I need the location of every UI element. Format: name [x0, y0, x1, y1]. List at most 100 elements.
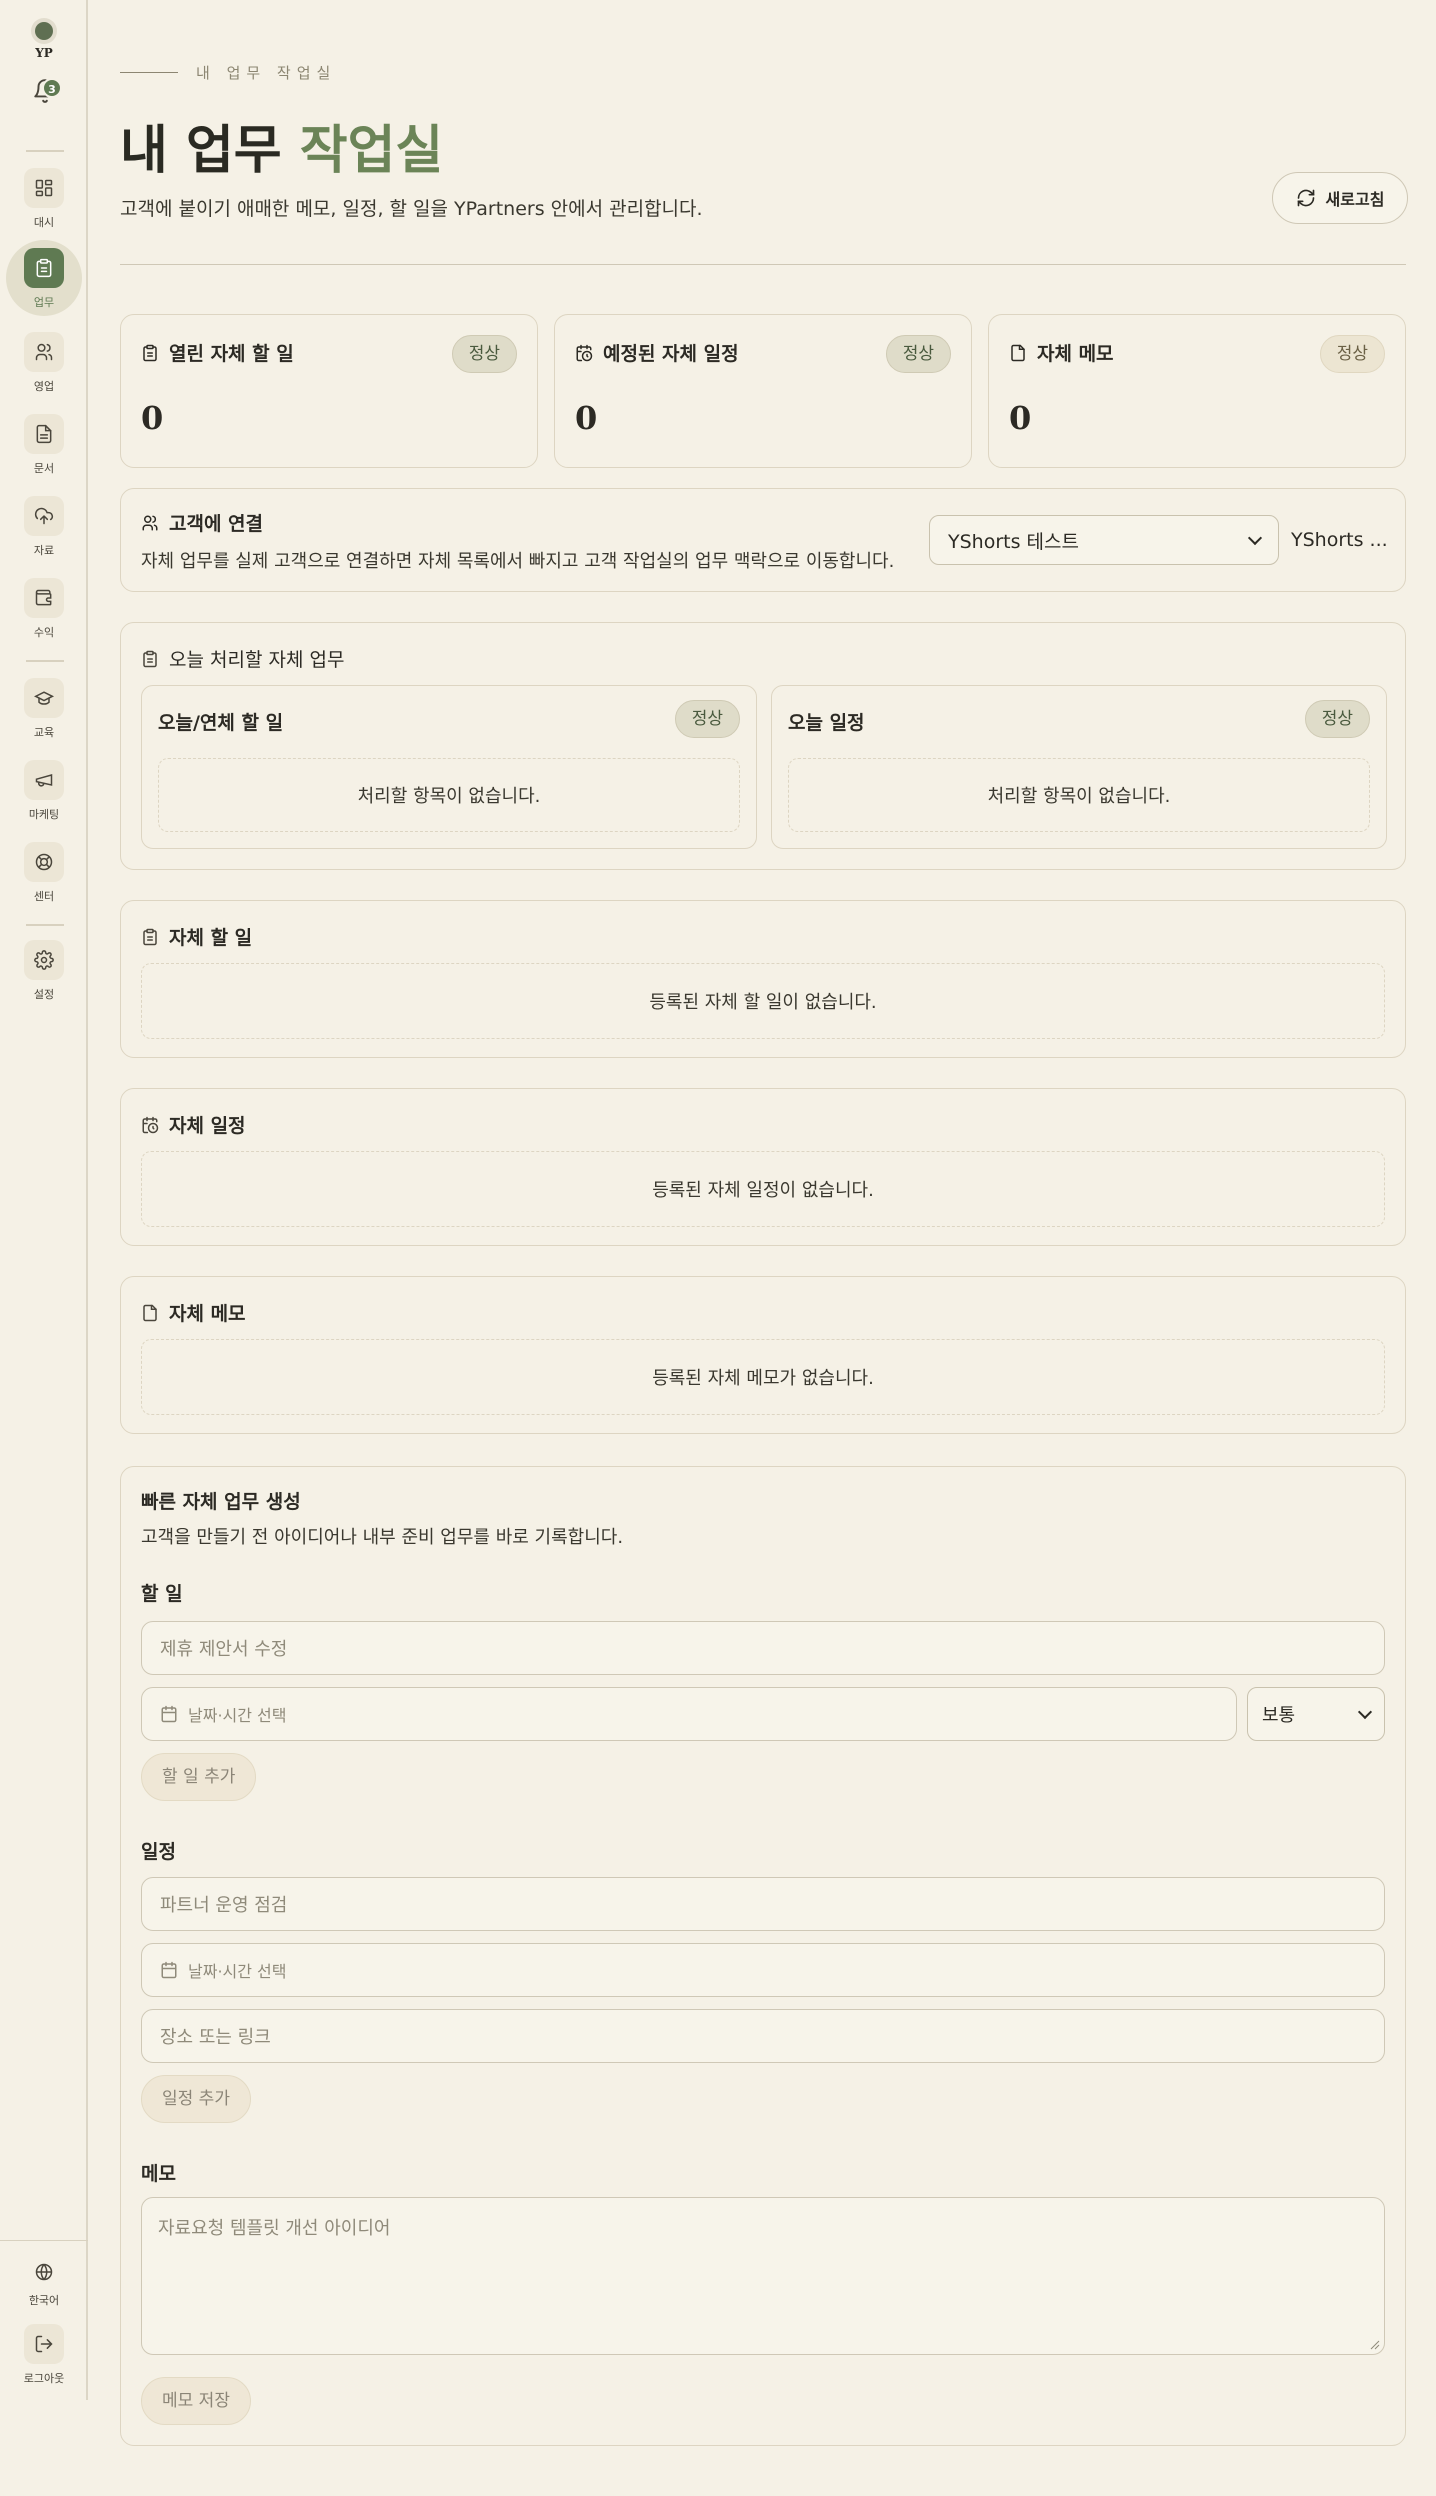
event-location-input[interactable]: 장소 또는 링크 — [141, 2009, 1385, 2063]
page-title-main: 내 업무 — [120, 121, 300, 181]
stat-card-scheduled-events: 예정된 자체 일정 정상 0 — [554, 314, 972, 468]
sidebar-item-label: 수익 — [33, 626, 55, 639]
brand-logo[interactable]: YP — [35, 18, 53, 60]
calendar-icon — [160, 1705, 178, 1723]
refresh-label: 새로고침 — [1325, 190, 1385, 209]
section-title-text: 오늘 처리할 자체 업무 — [169, 649, 345, 671]
priority-select[interactable]: 보통 — [1247, 1687, 1385, 1741]
sidebar-item-sales[interactable]: 영업 — [0, 332, 88, 394]
sidebar-divider — [26, 150, 64, 152]
event-title-input[interactable]: 파트너 운영 점검 — [141, 1877, 1385, 1931]
event-date-input[interactable]: 날짜·시간 선택 — [141, 1943, 1385, 1997]
stat-card-open-todos: 열린 자체 할 일 정상 0 — [120, 314, 538, 468]
todo-date-input[interactable]: 날짜·시간 선택 — [141, 1687, 1237, 1741]
add-event-button[interactable]: 일정 추가 — [141, 2075, 251, 2123]
brand-text: YP — [35, 46, 53, 60]
page-title-accent: 작업실 — [299, 121, 444, 181]
grid-icon — [24, 168, 64, 208]
sidebar-divider — [26, 660, 64, 662]
stat-value: 0 — [141, 399, 164, 437]
chevron-down-icon — [1247, 530, 1263, 545]
sidebar-item-tasks[interactable]: 업무 — [0, 240, 88, 316]
today-todos-panel: 오늘/연체 할 일 정상 처리할 항목이 없습니다. — [141, 685, 757, 849]
document-icon — [24, 414, 64, 454]
sidebar-item-documents[interactable]: 문서 — [0, 414, 88, 476]
sidebar-item-label: 자료 — [33, 544, 55, 557]
eyebrow-text: 내 업무 작업실 — [196, 64, 337, 82]
stat-value: 0 — [1009, 399, 1032, 437]
sidebar-item-center[interactable]: 센터 — [0, 842, 88, 904]
status-badge: 정상 — [885, 335, 951, 373]
header-divider — [120, 264, 1406, 265]
sidebar-item-label: 마케팅 — [28, 808, 60, 821]
notification-badge: 3 — [42, 78, 62, 98]
panel-title: 오늘 일정 — [788, 712, 865, 734]
sidebar-item-label: 대시 — [33, 216, 55, 229]
today-card: 오늘 처리할 자체 업무 오늘/연체 할 일 정상 처리할 항목이 없습니다. … — [120, 622, 1406, 870]
todos-card: 자체 할 일 등록된 자체 할 일이 없습니다. — [120, 900, 1406, 1058]
users-icon — [24, 332, 64, 372]
sidebar-item-revenue[interactable]: 수익 — [0, 578, 88, 640]
customer-link-target[interactable]: YShorts ... — [1291, 529, 1388, 551]
event-location-placeholder: 장소 또는 링크 — [160, 2027, 271, 2048]
sidebar-item-label: 설정 — [33, 988, 55, 1001]
gear-icon — [24, 940, 64, 980]
event-title-placeholder: 파트너 운영 점검 — [160, 1895, 288, 1916]
calendar-clock-icon — [141, 1116, 159, 1134]
empty-state: 처리할 항목이 없습니다. — [788, 758, 1370, 832]
sidebar-item-language[interactable]: 한국어 — [0, 2252, 88, 2308]
memos-card: 자체 메모 등록된 자체 메모가 없습니다. — [120, 1276, 1406, 1434]
section-title-text: 자체 일정 — [169, 1115, 246, 1137]
memo-label: 메모 — [141, 2163, 176, 2185]
sidebar-item-label: 센터 — [33, 890, 55, 903]
section-description: 자체 업무를 실제 고객으로 연결하면 자체 목록에서 빠지고 고객 작업실의 … — [141, 551, 895, 572]
calendar-clock-icon — [575, 344, 593, 362]
eyebrow-line — [120, 72, 178, 73]
clipboard-icon — [141, 650, 159, 668]
section-title: 오늘 처리할 자체 업무 — [141, 645, 344, 672]
stat-label: 예정된 자체 일정 — [603, 343, 739, 365]
lifebuoy-icon — [24, 842, 64, 882]
sidebar-item-logout[interactable]: 로그아웃 — [0, 2324, 88, 2386]
page-title: 내 업무 작업실 — [120, 108, 443, 183]
section-title-text: 고객에 연결 — [169, 513, 264, 535]
events-card: 자체 일정 등록된 자체 일정이 없습니다. — [120, 1088, 1406, 1246]
today-events-panel: 오늘 일정 정상 처리할 항목이 없습니다. — [771, 685, 1387, 849]
megaphone-icon — [24, 760, 64, 800]
save-memo-button[interactable]: 메모 저장 — [141, 2377, 251, 2425]
sidebar-item-label: 영업 — [33, 380, 55, 393]
todo-title-input[interactable]: 제휴 제안서 수정 — [141, 1621, 1385, 1675]
sidebar-item-marketing[interactable]: 마케팅 — [0, 760, 88, 822]
sidebar-item-label: 한국어 — [28, 2294, 60, 2307]
memo-textarea[interactable]: 자료요청 템플릿 개선 아이디어 — [141, 2197, 1385, 2355]
sidebar-item-dashboard[interactable]: 대시 — [0, 168, 88, 230]
sidebar-item-label: 로그아웃 — [23, 2372, 65, 2385]
sidebar-item-education[interactable]: 교육 — [0, 678, 88, 740]
empty-state: 처리할 항목이 없습니다. — [158, 758, 740, 832]
refresh-button[interactable]: 새로고침 — [1272, 172, 1408, 224]
wallet-icon — [24, 578, 64, 618]
section-title-text: 자체 할 일 — [169, 927, 253, 949]
empty-state: 등록된 자체 일정이 없습니다. — [141, 1151, 1385, 1227]
section-title-text: 자체 메모 — [169, 1303, 246, 1325]
panel-title: 오늘/연체 할 일 — [158, 712, 284, 734]
customer-select[interactable]: YShorts 테스트 — [929, 515, 1279, 565]
quick-create-card: 빠른 자체 업무 생성 고객을 만들기 전 아이디어나 내부 준비 업무를 바로… — [120, 1466, 1406, 2446]
add-todo-button[interactable]: 할 일 추가 — [141, 1753, 257, 1801]
sidebar-item-settings[interactable]: 설정 — [0, 940, 88, 1002]
todo-label: 할 일 — [141, 1583, 183, 1605]
section-title: 자체 일정 — [141, 1111, 246, 1138]
event-label: 일정 — [141, 1841, 176, 1863]
section-title-text: 빠른 자체 업무 생성 — [141, 1491, 301, 1513]
section-title: 고객에 연결 — [141, 509, 263, 536]
sidebar-item-files[interactable]: 자료 — [0, 496, 88, 558]
status-badge: 정상 — [451, 335, 517, 373]
section-title: 자체 메모 — [141, 1299, 246, 1326]
logout-icon — [24, 2324, 64, 2364]
clipboard-icon — [141, 344, 159, 362]
clipboard-icon — [24, 248, 64, 288]
refresh-icon — [1296, 188, 1316, 208]
sidebar-item-label: 문서 — [33, 462, 55, 475]
resize-handle-icon[interactable] — [1370, 2340, 1380, 2350]
note-icon — [1009, 344, 1027, 362]
